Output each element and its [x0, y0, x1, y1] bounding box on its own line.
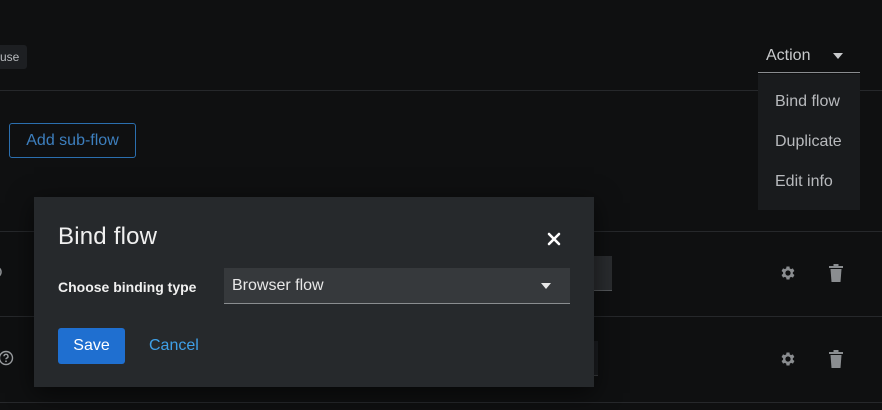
cancel-button[interactable]: Cancel — [149, 328, 199, 364]
menu-item-duplicate[interactable]: Duplicate — [758, 122, 860, 162]
add-sub-flow-label: Add sub-flow — [26, 132, 119, 149]
trash-icon[interactable] — [828, 264, 844, 282]
menu-item-edit-info[interactable]: Edit info — [758, 162, 860, 202]
add-sub-flow-button[interactable]: Add sub-flow — [9, 123, 136, 158]
action-dropdown-menu: Bind flow Duplicate Edit info — [758, 74, 860, 210]
save-button[interactable]: Save — [58, 328, 125, 364]
help-icon[interactable] — [0, 350, 14, 366]
modal-title: Bind flow — [58, 223, 158, 250]
row-expand-icon[interactable] — [0, 264, 6, 280]
caret-down-icon — [833, 53, 843, 59]
trash-icon[interactable] — [828, 350, 844, 368]
menu-item-bind-flow[interactable]: Bind flow — [758, 82, 860, 122]
bind-flow-modal: Bind flow Choose binding type Browser fl… — [34, 197, 594, 387]
close-icon[interactable] — [544, 229, 564, 249]
divider — [0, 90, 882, 91]
caret-down-icon — [541, 283, 551, 289]
binding-type-value: Browser flow — [232, 277, 324, 294]
row-select-field[interactable] — [594, 256, 612, 291]
in-use-badge-label: use — [0, 50, 20, 64]
gear-icon[interactable] — [779, 264, 797, 282]
binding-type-label: Choose binding type — [58, 279, 197, 295]
row-select-field[interactable] — [594, 341, 598, 376]
in-use-badge: use — [0, 45, 28, 69]
binding-type-select[interactable]: Browser flow — [224, 268, 570, 304]
gear-icon[interactable] — [779, 350, 797, 368]
divider — [0, 402, 882, 403]
action-dropdown-label: Action — [766, 46, 811, 64]
page: use Action Bind flow Duplicate Edit info… — [0, 0, 882, 410]
action-dropdown-toggle[interactable]: Action — [758, 39, 860, 73]
